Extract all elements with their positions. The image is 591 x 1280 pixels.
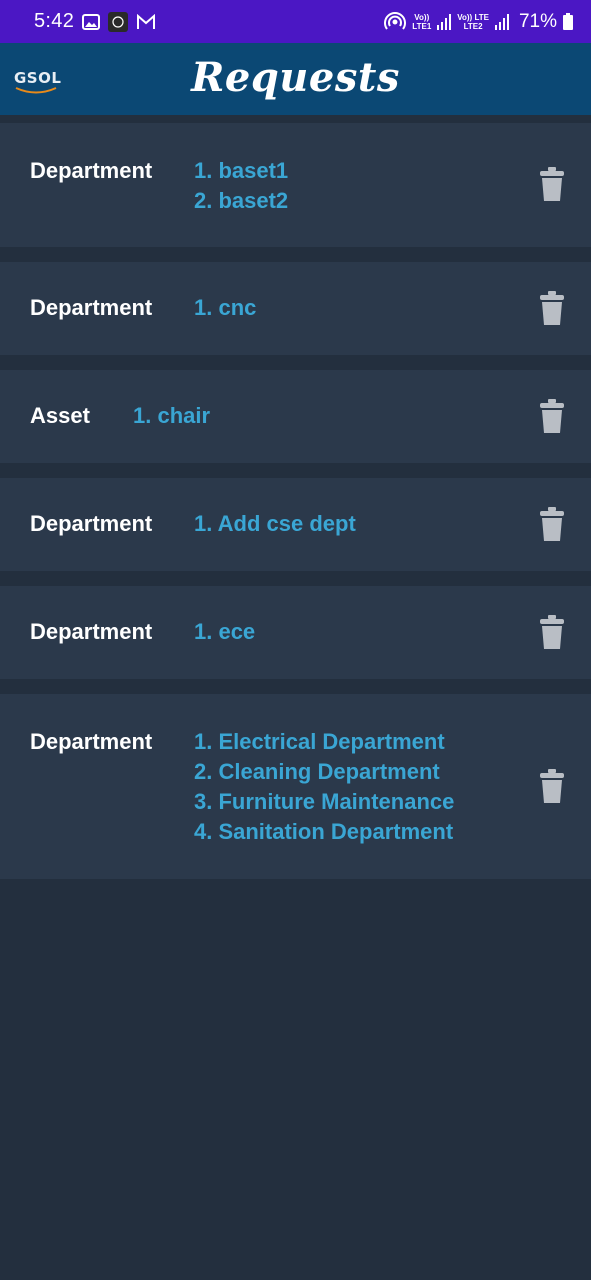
trash-icon	[540, 399, 564, 433]
status-left: 5:42	[34, 10, 156, 33]
request-card: Department 1. Add cse dept	[0, 478, 591, 571]
request-item: 4. Sanitation Department	[194, 819, 454, 844]
signal-icon-2	[494, 13, 509, 30]
status-bar: 5:42 Vo)) LTE1 Vo)) LTE LTE2 71%	[0, 0, 591, 43]
request-card: Department 1. Electrical Department 2. C…	[0, 694, 591, 879]
request-item: 2. Cleaning Department	[194, 759, 440, 784]
request-items: 1. Electrical Department 2. Cleaning Dep…	[194, 727, 454, 847]
request-type: Asset	[30, 403, 90, 428]
request-items: 1. ece	[194, 617, 255, 647]
request-type: Department	[30, 729, 153, 754]
request-item: 1. cnc	[194, 295, 257, 320]
request-items: 1. cnc	[194, 293, 256, 323]
request-list: Department 1. baset1 2. baset2 Departmen…	[0, 123, 591, 894]
request-card: Department 1. cnc	[0, 262, 591, 355]
request-item: 1. chair	[133, 403, 211, 428]
hotspot-icon	[384, 11, 407, 33]
gallery-icon	[82, 13, 101, 30]
sim2-network: Vo)) LTE LTE2	[457, 13, 489, 31]
gmail-icon	[136, 13, 156, 30]
page-title: Requests	[191, 53, 400, 101]
request-item: 3. Furniture Maintenance	[194, 789, 455, 814]
delete-button[interactable]	[538, 290, 566, 326]
request-card: Department 1. ece	[0, 586, 591, 679]
request-item: 1. Electrical Department	[194, 729, 445, 754]
logo-swoosh-icon	[15, 87, 57, 94]
trash-icon	[540, 291, 564, 325]
request-card: Asset 1. chair	[0, 370, 591, 463]
status-right: Vo)) LTE1 Vo)) LTE LTE2 71%	[384, 11, 573, 33]
signal-icon	[437, 13, 452, 30]
request-type: Department	[30, 295, 153, 320]
battery-percent: 71%	[518, 10, 557, 32]
request-item: 1. ece	[194, 619, 256, 644]
trash-icon	[540, 167, 564, 201]
request-type: Department	[30, 619, 153, 644]
delete-button[interactable]	[538, 166, 566, 202]
trash-icon	[540, 507, 564, 541]
request-card: Department 1. baset1 2. baset2	[0, 123, 591, 247]
delete-button[interactable]	[538, 768, 566, 804]
trash-icon	[540, 615, 564, 649]
request-item: 1. baset1	[194, 158, 289, 183]
status-time: 5:42	[34, 10, 75, 32]
sim1-network: Vo)) LTE1	[412, 13, 431, 31]
request-items: 1. chair	[133, 401, 210, 431]
app-notification-icon	[108, 11, 129, 32]
sim2-bottom: LTE2	[463, 21, 483, 31]
delete-button[interactable]	[538, 398, 566, 434]
delete-button[interactable]	[538, 506, 566, 542]
sim2-top: Vo)) LTE	[457, 12, 489, 22]
gsol-logo[interactable]: GSOL	[14, 69, 61, 94]
battery-icon	[563, 13, 573, 30]
sim1-bottom: LTE1	[412, 21, 432, 31]
app-bar: GSOL Requests	[0, 43, 591, 115]
request-items: 1. baset1 2. baset2	[194, 156, 288, 216]
trash-icon	[540, 769, 564, 803]
request-item: 1. Add cse dept	[194, 511, 356, 536]
request-items: 1. Add cse dept	[194, 509, 356, 539]
delete-button[interactable]	[538, 614, 566, 650]
request-type: Department	[30, 511, 153, 536]
request-item: 2. baset2	[194, 188, 289, 213]
request-type: Department	[30, 158, 153, 183]
sim1-top: Vo))	[414, 12, 430, 22]
